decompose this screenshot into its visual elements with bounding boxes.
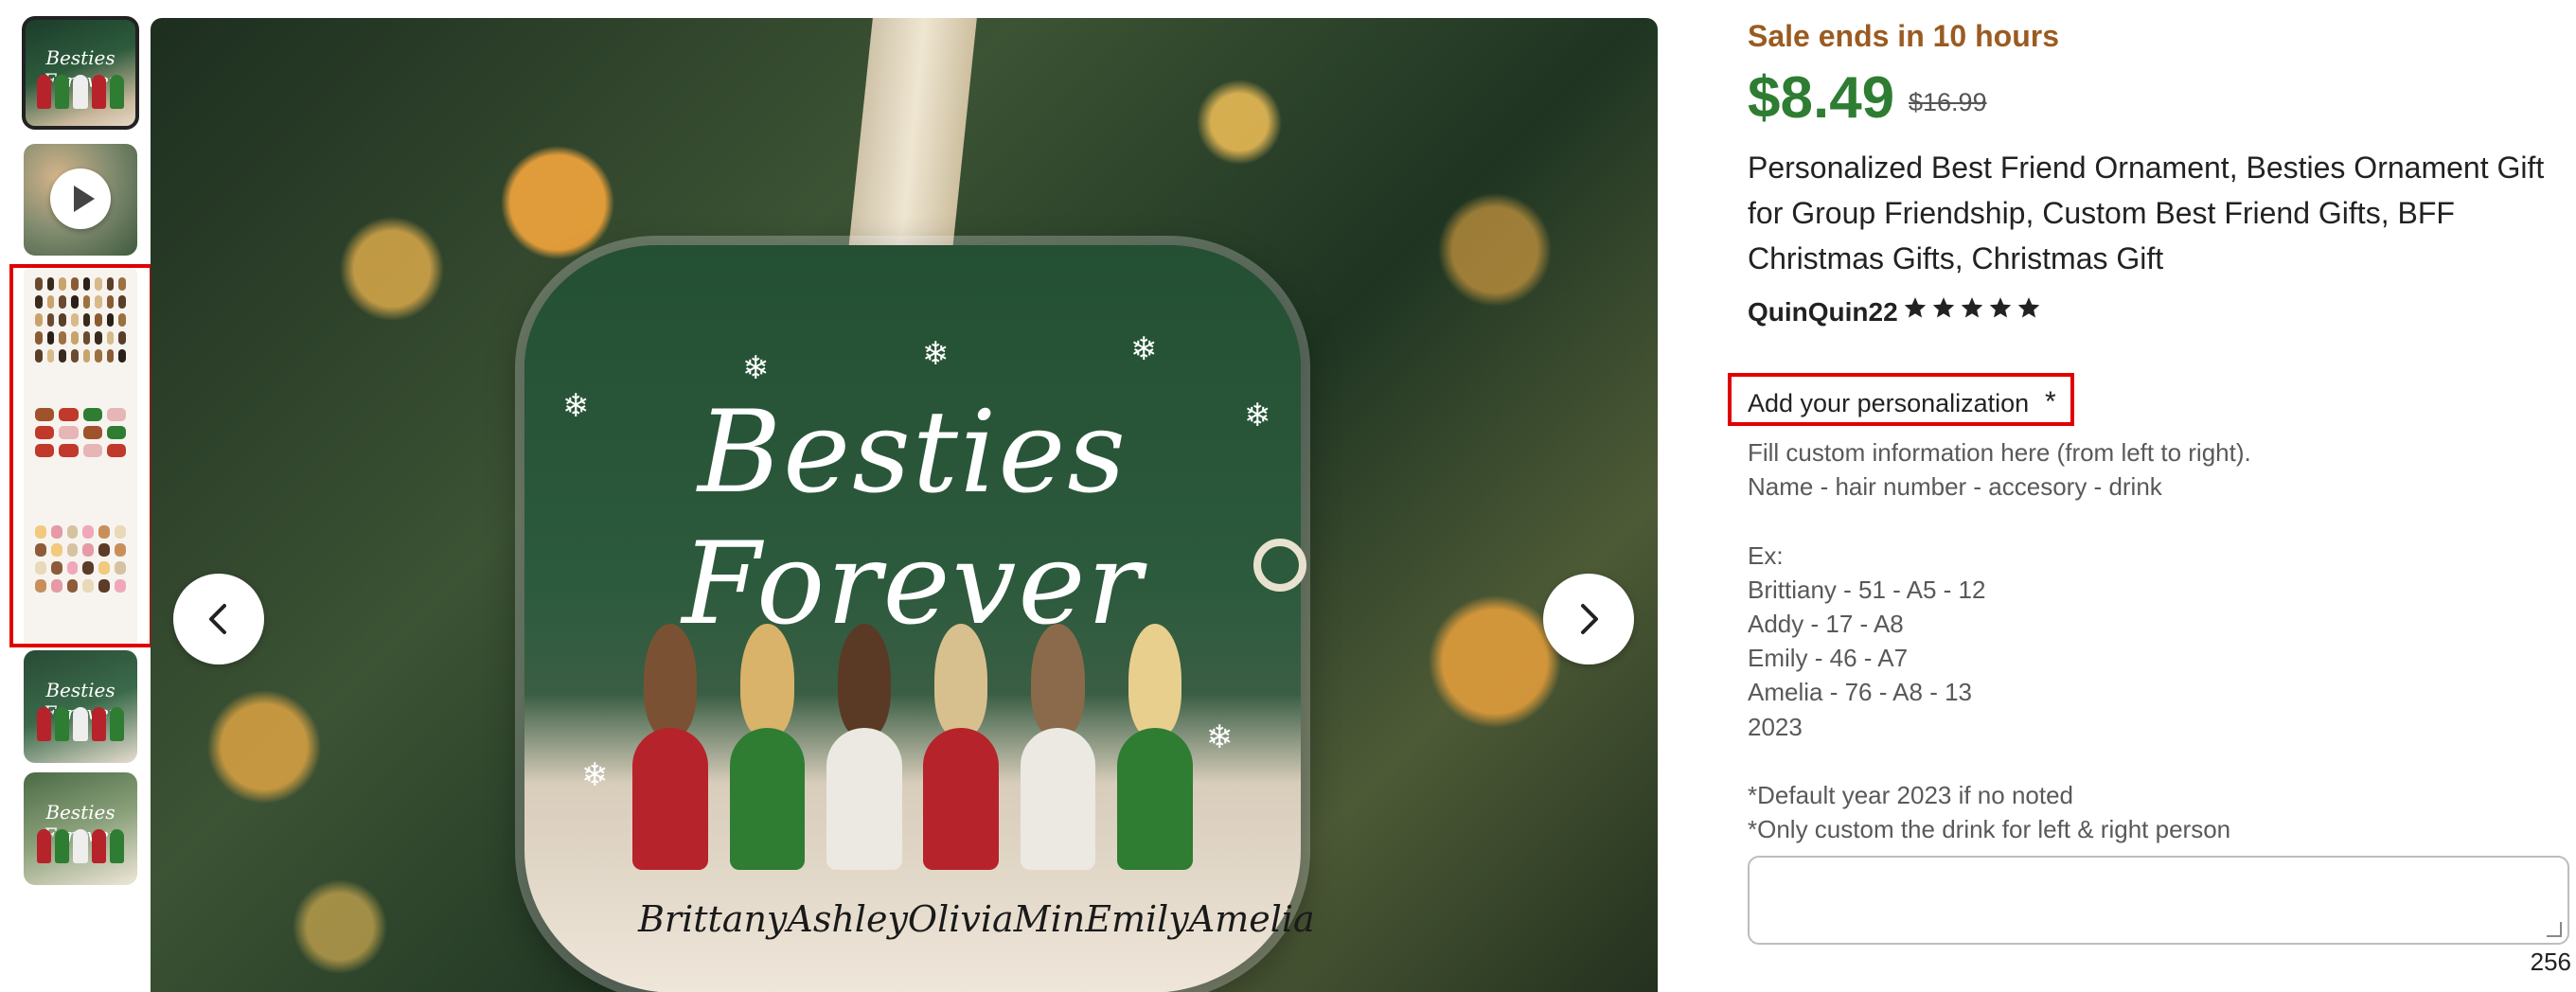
sale-countdown: Sale ends in 10 hours — [1748, 19, 2059, 53]
snowflake-icon: ❄ — [922, 336, 950, 372]
snowflake-icon: ❄ — [562, 388, 590, 424]
figure — [823, 605, 906, 870]
chevron-left-icon — [209, 604, 226, 634]
thumbnail-1[interactable]: Besties Forever — [22, 16, 139, 130]
next-image-button[interactable] — [1543, 574, 1634, 664]
figure — [629, 605, 712, 870]
ornament-name: Olivia — [907, 898, 1014, 940]
main-product-image[interactable]: Besties Forever ❄ ❄ ❄ ❄ ❄ ❄ ❄ Brittany A… — [151, 18, 1658, 992]
play-icon[interactable] — [50, 168, 111, 229]
ornament-figures — [629, 605, 1197, 870]
ornament: Besties Forever ❄ ❄ ❄ ❄ ❄ ❄ ❄ Brittany A… — [524, 245, 1315, 992]
star-icon — [1989, 297, 2012, 318]
chevron-right-icon — [1581, 604, 1598, 634]
product-title: Personalized Best Friend Ornament, Besti… — [1748, 151, 2545, 275]
figure — [1113, 605, 1197, 870]
character-counter: 256 — [2530, 948, 2571, 976]
ornament-name: Ashley — [787, 898, 908, 940]
snowflake-icon: ❄ — [1206, 719, 1234, 755]
ornament-name: Emily — [1085, 898, 1189, 940]
thumbnail-options-chart[interactable] — [24, 268, 137, 648]
star-icon — [1904, 297, 1927, 318]
ornament-name: Min — [1013, 898, 1086, 940]
personalization-instructions: Fill custom information here (from left … — [1748, 438, 2251, 844]
figure — [919, 605, 1003, 870]
thumbnail-4[interactable]: Besties Forever — [24, 650, 137, 763]
drink-options-grid — [35, 525, 126, 593]
star-rating[interactable] — [1903, 295, 2041, 320]
previous-image-button[interactable] — [173, 574, 264, 664]
shop-name-link[interactable]: QuinQuin22 — [1748, 297, 1898, 328]
required-asterisk: * — [2045, 386, 2056, 417]
thumbnail-4-figures — [37, 707, 125, 741]
figure — [1016, 605, 1099, 870]
thumbnail-1-figures — [37, 75, 125, 109]
personalization-label: Add your personalization — [1748, 389, 2030, 417]
thumbnail-5[interactable]: Besties Forever — [24, 772, 137, 885]
ornament-name: Amelia — [1188, 898, 1315, 940]
hair-options-grid — [35, 277, 126, 363]
snowflake-icon: ❄ — [1244, 398, 1271, 434]
current-price: $8.49 — [1748, 65, 1895, 131]
ornament-names: Brittany Ashley Olivia Min Emily Amelia — [638, 898, 1315, 940]
thumbnail-video[interactable] — [24, 144, 137, 256]
snowflake-icon: ❄ — [742, 350, 770, 386]
personalization-textarea[interactable] — [1748, 856, 2569, 945]
snowflake-icon: ❄ — [581, 757, 609, 793]
star-icon — [1932, 297, 1955, 318]
star-icon — [2017, 297, 2040, 318]
star-icon — [1961, 297, 1983, 318]
ornament-name: Brittany — [638, 898, 788, 940]
thumbnail-5-figures — [37, 829, 125, 863]
figure — [725, 605, 808, 870]
snowflake-icon: ❄ — [1130, 331, 1158, 367]
original-price: $16.99 — [1909, 88, 1987, 116]
accessory-options-grid — [35, 408, 126, 457]
